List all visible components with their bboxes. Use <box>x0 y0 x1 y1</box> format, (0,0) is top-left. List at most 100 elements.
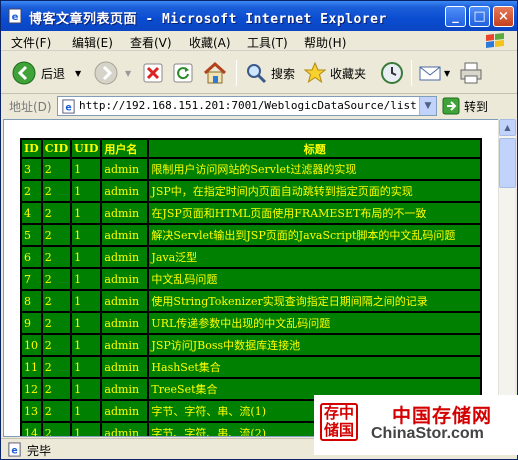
chevron-down-icon[interactable]: ▼ <box>125 69 131 78</box>
cell-cid: 2 <box>42 379 71 399</box>
cell-uid: 1 <box>72 291 101 311</box>
cell-id: 7 <box>22 269 41 289</box>
search-label: 搜索 <box>271 66 296 81</box>
back-button[interactable]: 后退 ▼ <box>11 59 81 87</box>
cell-title: 中文乱码问题 <box>149 269 480 289</box>
menu-tools[interactable]: 工具(T) <box>247 34 288 51</box>
cell-uid: 1 <box>72 159 101 179</box>
table-row: 6 2 1 admin Java泛型 <box>22 247 480 267</box>
home-button[interactable] <box>202 59 228 87</box>
menu-edit[interactable]: 编辑(E) <box>72 34 113 51</box>
star-icon <box>303 61 327 84</box>
toolbar-separator <box>411 60 412 86</box>
cell-cid: 2 <box>42 401 71 421</box>
chevron-down-icon[interactable]: ▼ <box>444 69 450 78</box>
go-button[interactable]: 转到 <box>442 96 488 116</box>
cell-username: admin <box>102 203 148 223</box>
vertical-scrollbar[interactable]: ▲ ▼ <box>498 119 516 437</box>
table-row: 5 2 1 admin 解决Servlet输出到JSP页面的JavaScript脚本的中… <box>22 225 480 245</box>
go-arrow-icon <box>442 97 460 115</box>
cell-username: admin <box>102 401 148 421</box>
ie-page-icon: e <box>8 442 21 457</box>
history-icon <box>381 62 403 84</box>
chevron-down-icon[interactable]: ▼ <box>75 69 81 78</box>
history-button[interactable] <box>379 59 405 87</box>
watermark-logo: 存中 储国 <box>320 403 358 441</box>
cell-username: admin <box>102 159 148 179</box>
cell-title: 在JSP页面和HTML页面使用FRAMESET布局的不一致 <box>149 203 480 223</box>
back-arrow-icon <box>12 61 36 85</box>
cell-id: 5 <box>22 225 41 245</box>
cell-id: 12 <box>22 379 41 399</box>
favorites-button[interactable]: 收藏夹 <box>303 59 366 87</box>
cell-cid: 2 <box>42 291 71 311</box>
title-bar[interactable]: e 博客文章列表页面 - Microsoft Internet Explorer… <box>1 1 517 31</box>
cell-uid: 1 <box>72 313 101 333</box>
cell-uid: 1 <box>72 357 101 377</box>
svg-text:e: e <box>12 12 19 23</box>
menu-favorites[interactable]: 收藏(A) <box>189 34 231 51</box>
cell-username: admin <box>102 269 148 289</box>
stop-button[interactable] <box>142 59 164 87</box>
cell-id: 2 <box>22 181 41 201</box>
table-row: 11 2 1 admin HashSet集合 <box>22 357 480 377</box>
cell-cid: 2 <box>42 269 71 289</box>
table-row: 7 2 1 admin 中文乱码问题 <box>22 269 480 289</box>
address-field[interactable]: e http://192.168.151.201:7001/WeblogicDa… <box>57 96 437 116</box>
address-url: http://192.168.151.201:7001/WeblogicData… <box>79 99 417 112</box>
cell-username: admin <box>102 181 148 201</box>
menu-help[interactable]: 帮助(H) <box>304 34 346 51</box>
close-button[interactable]: × <box>493 6 514 27</box>
cell-uid: 1 <box>72 269 101 289</box>
cell-uid: 1 <box>72 203 101 223</box>
svg-text:e: e <box>65 102 71 113</box>
table-row: 3 2 1 admin 限制用户访问网站的Servlet过滤器的实现 <box>22 159 480 179</box>
cell-username: admin <box>102 423 148 436</box>
column-header-username: 用户名 <box>102 140 148 157</box>
cell-id: 3 <box>22 159 41 179</box>
page-content: ID CID UID 用户名 标题 3 2 1 admin 限制用户访问网站的Servl… <box>3 119 499 437</box>
cell-username: admin <box>102 247 148 267</box>
svg-text:e: e <box>11 445 17 456</box>
cell-username: admin <box>102 225 148 245</box>
cell-username: admin <box>102 357 148 377</box>
cell-id: 13 <box>22 401 41 421</box>
cell-cid: 2 <box>42 225 71 245</box>
search-button[interactable]: 搜索 <box>244 59 295 87</box>
cell-cid: 2 <box>42 159 71 179</box>
column-header-cid: CID <box>42 140 71 157</box>
scroll-up-button[interactable]: ▲ <box>499 119 516 136</box>
go-label: 转到 <box>464 99 489 114</box>
favorites-label: 收藏夹 <box>330 66 367 81</box>
mail-button[interactable]: ▼ <box>418 59 450 87</box>
cell-cid: 2 <box>42 357 71 377</box>
scroll-thumb[interactable] <box>499 138 516 188</box>
browser-window: e 博客文章列表页面 - Microsoft Internet Explorer… <box>0 0 518 460</box>
menu-file[interactable]: 文件(F) <box>11 34 51 51</box>
menu-view[interactable]: 查看(V) <box>130 34 172 51</box>
refresh-button[interactable] <box>172 59 194 87</box>
table-row: 10 2 1 admin JSP访问JBoss中数据库连接池 <box>22 335 480 355</box>
home-icon <box>203 61 227 84</box>
cell-id: 11 <box>22 357 41 377</box>
cell-title: JSP访问JBoss中数据库连接池 <box>149 335 480 355</box>
ie-page-icon: e <box>62 99 75 114</box>
cell-uid: 1 <box>72 423 101 436</box>
cell-title: HashSet集合 <box>149 357 480 377</box>
print-button[interactable] <box>458 59 484 87</box>
forward-button[interactable]: ▼ <box>93 59 131 87</box>
cell-cid: 2 <box>42 335 71 355</box>
articles-table: ID CID UID 用户名 标题 3 2 1 admin 限制用户访问网站的Servl… <box>20 138 482 436</box>
forward-arrow-icon <box>94 61 118 85</box>
cell-title: JSP中，在指定时间内页面自动跳转到指定页面的实现 <box>149 181 480 201</box>
table-header-row: ID CID UID 用户名 标题 <box>22 140 480 157</box>
cell-username: admin <box>102 379 148 399</box>
cell-id: 14 <box>22 423 41 436</box>
maximize-button[interactable]: □ <box>469 6 490 27</box>
cell-id: 9 <box>22 313 41 333</box>
address-dropdown-button[interactable]: ▼ <box>419 97 436 115</box>
chinastor-watermark: 存中 储国 中国存储网 ChinaStor.com <box>314 395 518 455</box>
cell-id: 10 <box>22 335 41 355</box>
minimize-button[interactable]: _ <box>445 6 466 27</box>
cell-uid: 1 <box>72 181 101 201</box>
